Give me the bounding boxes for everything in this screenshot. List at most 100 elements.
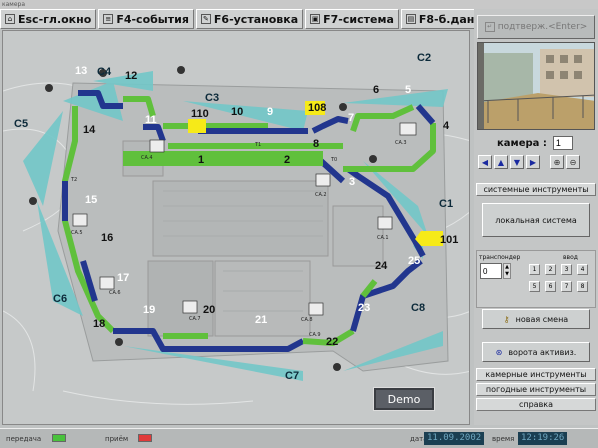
transponder-stepper[interactable]: ▲ ▼: [503, 263, 511, 279]
help-header[interactable]: справка: [476, 398, 596, 411]
site-map-drawing: 12 34 56 78 910 1112 1314 1516 1718 19 20…: [3, 52, 469, 405]
arrow-right-icon: ▶: [529, 157, 537, 167]
tab-label: F4-события: [116, 12, 189, 26]
svg-text:5: 5: [405, 84, 411, 96]
arrow-left-icon: ◀: [481, 157, 489, 167]
svg-text:110: 110: [191, 108, 209, 120]
key-icon: ⚷: [503, 314, 510, 324]
transponder-panel: транспондер ввод ▲▼ 1 2 3 4 5 6 7 8: [476, 250, 596, 308]
ptz-controls: ◀ ▲ ▼ ▶ ⊕ ⊖: [478, 155, 594, 171]
keypad-key-7[interactable]: 7: [561, 281, 572, 292]
system-tools-header[interactable]: системные инструменты: [476, 183, 596, 196]
pan-right-button[interactable]: ▶: [526, 155, 540, 169]
svg-text:CA.9: CA.9: [309, 332, 321, 338]
database-icon: ▤: [405, 14, 416, 24]
svg-text:C1: C1: [439, 198, 453, 210]
svg-text:C4: C4: [97, 66, 112, 78]
new-shift-label: новая смена: [515, 314, 569, 324]
new-shift-button[interactable]: ⚷ новая смена: [482, 309, 590, 329]
camera-number-input[interactable]: [552, 136, 573, 150]
time-value: 12:19:26: [518, 432, 568, 445]
keypad-key-6[interactable]: 6: [545, 281, 556, 292]
camera-selector: камера :: [477, 135, 595, 151]
pan-left-button[interactable]: ◀: [478, 155, 492, 169]
zoom-in-icon: ⊕: [553, 157, 561, 167]
svg-text:11: 11: [145, 114, 157, 126]
gate-active-label: ворота активиз.: [508, 347, 577, 357]
keypad-key-5[interactable]: 5: [529, 281, 540, 292]
svg-text:CA.2: CA.2: [315, 192, 327, 198]
keypad-key-8[interactable]: 8: [577, 281, 588, 292]
settings-icon: ✎: [200, 14, 211, 24]
tab-main-window[interactable]: ⌂ Esc-гл.окно: [0, 9, 97, 29]
svg-text:24: 24: [375, 260, 388, 272]
svg-text:C7: C7: [285, 370, 299, 382]
receive-indicator: [138, 434, 152, 442]
zoom-out-icon: ⊖: [569, 157, 577, 167]
confirm-label: подтверж.<Enter>: [497, 22, 588, 32]
tilt-up-button[interactable]: ▲: [494, 155, 508, 169]
svg-text:21: 21: [255, 314, 267, 326]
camera-cone-c5: [23, 111, 63, 206]
camera-view: [477, 42, 595, 130]
svg-text:14: 14: [83, 124, 96, 136]
transponder-input[interactable]: [480, 263, 502, 279]
svg-text:23: 23: [358, 302, 370, 314]
svg-text:3: 3: [349, 176, 355, 188]
window-title: камера: [0, 0, 598, 9]
svg-text:CA.8: CA.8: [301, 317, 313, 323]
confirm-button[interactable]: ↵ подтверж.<Enter>: [477, 15, 595, 39]
tab-events[interactable]: ≡ F4-события: [98, 9, 194, 29]
svg-text:6: 6: [373, 84, 379, 96]
keypad-key-4[interactable]: 4: [577, 264, 588, 275]
zoom-in-button[interactable]: ⊕: [550, 155, 564, 169]
svg-text:T1: T1: [254, 142, 261, 148]
main-tabs: ⌂ Esc-гл.окно ≡ F4-события ✎ F6-установка ▣…: [0, 9, 505, 29]
tab-label: Esc-гл.окно: [18, 12, 92, 26]
svg-text:108: 108: [308, 102, 326, 114]
input-label: ввод: [563, 254, 578, 261]
home-icon: ⌂: [5, 14, 15, 24]
svg-text:T0: T0: [330, 157, 337, 163]
transponder-label: транспондер: [479, 254, 521, 261]
svg-text:C8: C8: [411, 302, 425, 314]
svg-text:20: 20: [203, 304, 215, 316]
svg-text:22: 22: [326, 336, 338, 348]
keypad-key-3[interactable]: 3: [561, 264, 572, 275]
svg-text:10: 10: [231, 106, 243, 118]
camera-tools-header[interactable]: камерные инструменты: [476, 368, 596, 381]
svg-text:T2: T2: [70, 177, 77, 183]
tab-label: F6-установка: [213, 12, 299, 26]
gate-icon: ⊛: [495, 347, 503, 357]
svg-text:16: 16: [101, 232, 113, 244]
arrow-down-icon: ▼: [513, 157, 521, 167]
tab-settings[interactable]: ✎ F6-установка: [195, 9, 304, 29]
site-map[interactable]: 12 34 56 78 9 10 11 12 13 14 15 16 17 18 19 20…: [2, 30, 470, 425]
tilt-down-button[interactable]: ▼: [510, 155, 524, 169]
transmit-indicator: [52, 434, 66, 442]
tab-system[interactable]: ▣ F7-система: [305, 9, 399, 29]
svg-text:25: 25: [408, 255, 420, 267]
enter-icon: ↵: [484, 22, 495, 32]
system-icon: ▣: [310, 14, 321, 24]
tab-label: F7-система: [323, 12, 394, 26]
svg-text:C6: C6: [53, 293, 67, 305]
svg-text:C2: C2: [417, 52, 431, 64]
keypad-key-1[interactable]: 1: [529, 264, 540, 275]
arrow-up-icon: ▲: [497, 157, 505, 167]
demo-label: Demo: [373, 387, 435, 411]
svg-text:CA.6: CA.6: [109, 290, 121, 296]
svg-text:15: 15: [85, 194, 97, 206]
local-system-button[interactable]: локальная система: [482, 203, 590, 237]
svg-text:CA.4: CA.4: [141, 155, 153, 161]
zoom-out-button[interactable]: ⊖: [566, 155, 580, 169]
receive-label: приём: [105, 435, 129, 443]
keypad-key-2[interactable]: 2: [545, 264, 556, 275]
weather-tools-header[interactable]: погодные инструменты: [476, 383, 596, 396]
svg-text:C3: C3: [205, 92, 219, 104]
svg-text:CA.7: CA.7: [189, 316, 201, 322]
svg-text:2: 2: [284, 154, 290, 166]
gate-activate-button[interactable]: ⊛ ворота активиз.: [482, 342, 590, 362]
svg-text:18: 18: [93, 318, 105, 330]
svg-text:C5: C5: [14, 118, 28, 130]
